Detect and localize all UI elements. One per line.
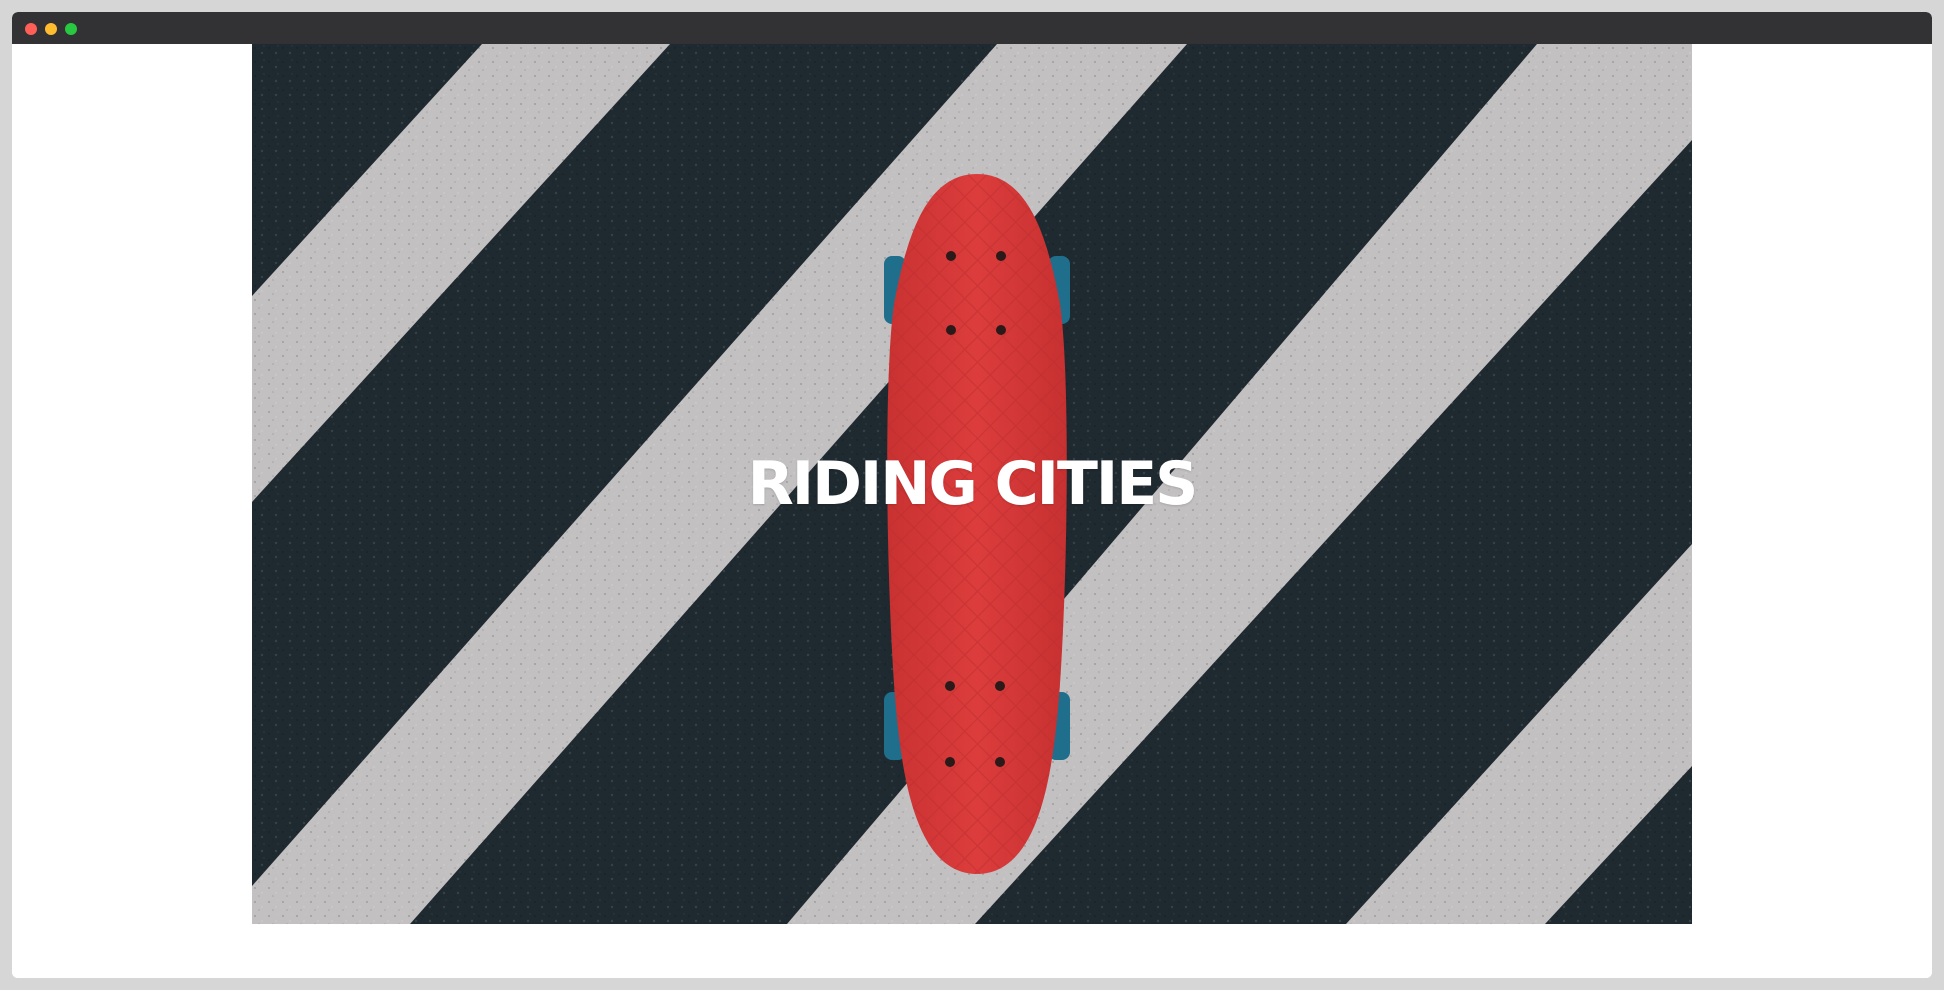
minimize-button[interactable] [45,23,57,35]
hero-banner: RIDING CITIES [252,44,1692,924]
hero-title: RIDING CITIES [747,449,1199,519]
maximize-button[interactable] [65,23,77,35]
page-viewport: RIDING CITIES [12,44,1932,978]
browser-window: RIDING CITIES [12,12,1932,978]
title-bar [12,12,1932,44]
close-button[interactable] [25,23,37,35]
